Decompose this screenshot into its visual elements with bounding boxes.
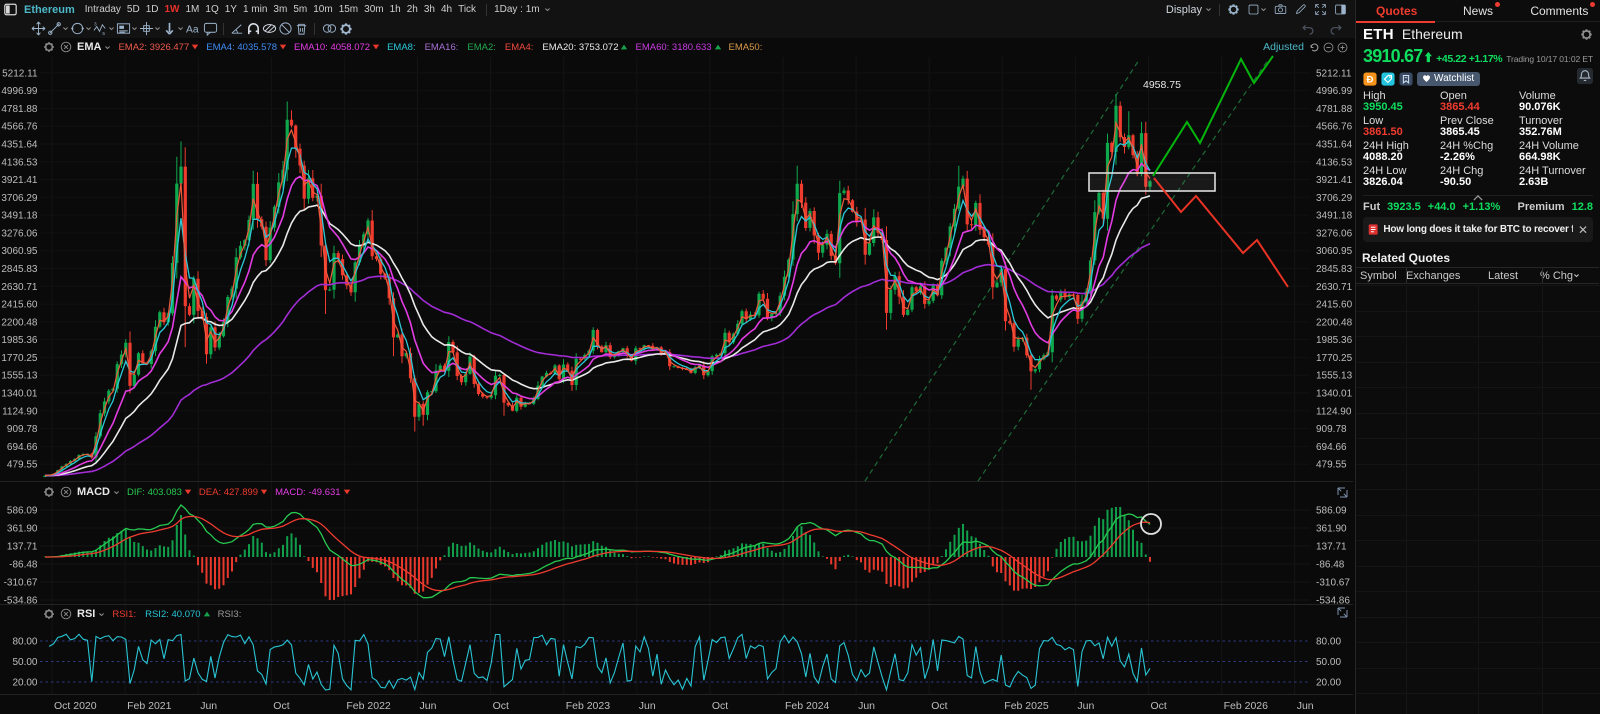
svg-text:4351.64: 4351.64 [1316, 140, 1353, 151]
svg-text:3276.06: 3276.06 [1, 228, 38, 239]
svg-text:80.00: 80.00 [12, 637, 37, 648]
svg-text:4566.76: 4566.76 [1, 122, 38, 133]
svg-text:Feb 2024: Feb 2024 [785, 700, 830, 712]
svg-text:Oct: Oct [493, 700, 509, 712]
svg-text:2415.60: 2415.60 [1316, 300, 1353, 311]
svg-text:3: 3 [93, 22, 96, 27]
svg-text:909.78: 909.78 [1316, 424, 1347, 435]
svg-text:1555.13: 1555.13 [1, 371, 38, 382]
svg-text:Đ: Đ [1367, 74, 1374, 85]
svg-text:50.00: 50.00 [12, 657, 37, 668]
svg-text:586.09: 586.09 [1316, 506, 1347, 517]
svg-text:4136.53: 4136.53 [1316, 157, 1353, 168]
svg-text:3706.29: 3706.29 [1, 193, 38, 204]
svg-text:694.66: 694.66 [1316, 442, 1347, 453]
svg-text:20.00: 20.00 [1316, 678, 1341, 689]
svg-text:4781.88: 4781.88 [1316, 104, 1353, 115]
svg-text:Feb 2023: Feb 2023 [566, 700, 611, 712]
svg-text:Jun: Jun [420, 700, 437, 712]
svg-text:5: 5 [102, 31, 105, 36]
svg-text:50.00: 50.00 [1316, 657, 1341, 668]
svg-text:Jun: Jun [1077, 700, 1094, 712]
svg-text:Oct: Oct [273, 700, 289, 712]
svg-text:3491.18: 3491.18 [1, 211, 38, 222]
svg-text:1555.13: 1555.13 [1316, 371, 1353, 382]
svg-text:1340.01: 1340.01 [1316, 389, 1353, 400]
svg-text:1124.90: 1124.90 [1316, 406, 1352, 417]
svg-text:479.55: 479.55 [7, 460, 38, 471]
svg-text:2200.48: 2200.48 [1316, 317, 1353, 328]
svg-text:Oct 2020: Oct 2020 [54, 700, 97, 712]
svg-text:Jun: Jun [200, 700, 217, 712]
svg-text:20.00: 20.00 [12, 678, 37, 689]
svg-text:Jun: Jun [639, 700, 656, 712]
svg-text:4996.99: 4996.99 [1, 86, 38, 97]
svg-text:Oct: Oct [1151, 700, 1167, 712]
svg-text:Feb 2025: Feb 2025 [1004, 700, 1049, 712]
svg-text:5212.11: 5212.11 [1316, 68, 1352, 79]
svg-text:2845.83: 2845.83 [1316, 264, 1353, 275]
svg-text:80.00: 80.00 [1316, 637, 1341, 648]
svg-text:3491.18: 3491.18 [1316, 211, 1353, 222]
svg-text:3060.95: 3060.95 [1, 246, 38, 257]
svg-text:3276.06: 3276.06 [1316, 228, 1353, 239]
svg-text:Jun: Jun [1297, 700, 1314, 712]
svg-text:4958.75: 4958.75 [1143, 79, 1181, 91]
svg-text:Feb 2021: Feb 2021 [127, 700, 172, 712]
svg-text:586.09: 586.09 [7, 506, 38, 517]
svg-text:4781.88: 4781.88 [1, 104, 38, 115]
svg-text:Aa: Aa [186, 24, 199, 35]
svg-text:-86.48: -86.48 [1316, 560, 1345, 571]
svg-text:Oct: Oct [931, 700, 947, 712]
svg-text:361.90: 361.90 [7, 524, 38, 535]
svg-text:2630.71: 2630.71 [1316, 282, 1353, 293]
svg-text:1340.01: 1340.01 [1, 389, 38, 400]
svg-text:5212.11: 5212.11 [2, 68, 38, 79]
svg-text:1985.36: 1985.36 [1316, 335, 1353, 346]
svg-text:Oct: Oct [712, 700, 728, 712]
svg-text:694.66: 694.66 [7, 442, 38, 453]
svg-text:2630.71: 2630.71 [1, 282, 38, 293]
svg-text:1770.25: 1770.25 [1316, 353, 1353, 364]
svg-text:4351.64: 4351.64 [1, 140, 38, 151]
svg-text:137.71: 137.71 [1316, 542, 1347, 553]
svg-text:Jun: Jun [858, 700, 875, 712]
svg-text:Feb 2022: Feb 2022 [346, 700, 391, 712]
svg-text:3921.41: 3921.41 [1316, 175, 1353, 186]
svg-text:-310.67: -310.67 [4, 578, 38, 589]
svg-text:3060.95: 3060.95 [1316, 246, 1353, 257]
svg-text:4136.53: 4136.53 [1, 157, 38, 168]
svg-text:2845.83: 2845.83 [1, 264, 38, 275]
svg-text:1770.25: 1770.25 [1, 353, 38, 364]
svg-text:2415.60: 2415.60 [1, 300, 38, 311]
svg-text:3921.41: 3921.41 [1, 175, 38, 186]
svg-text:-310.67: -310.67 [1316, 578, 1350, 589]
svg-text:4566.76: 4566.76 [1316, 122, 1353, 133]
svg-text:361.90: 361.90 [1316, 524, 1347, 535]
svg-text:Feb 2026: Feb 2026 [1224, 700, 1269, 712]
svg-text:1124.90: 1124.90 [2, 406, 38, 417]
svg-text:909.78: 909.78 [7, 424, 38, 435]
svg-text:3706.29: 3706.29 [1316, 193, 1353, 204]
svg-text:4996.99: 4996.99 [1316, 86, 1353, 97]
svg-text:1985.36: 1985.36 [1, 335, 38, 346]
svg-text:137.71: 137.71 [7, 542, 38, 553]
svg-text:479.55: 479.55 [1316, 460, 1347, 471]
svg-text:-86.48: -86.48 [9, 560, 38, 571]
svg-text:2200.48: 2200.48 [1, 317, 38, 328]
